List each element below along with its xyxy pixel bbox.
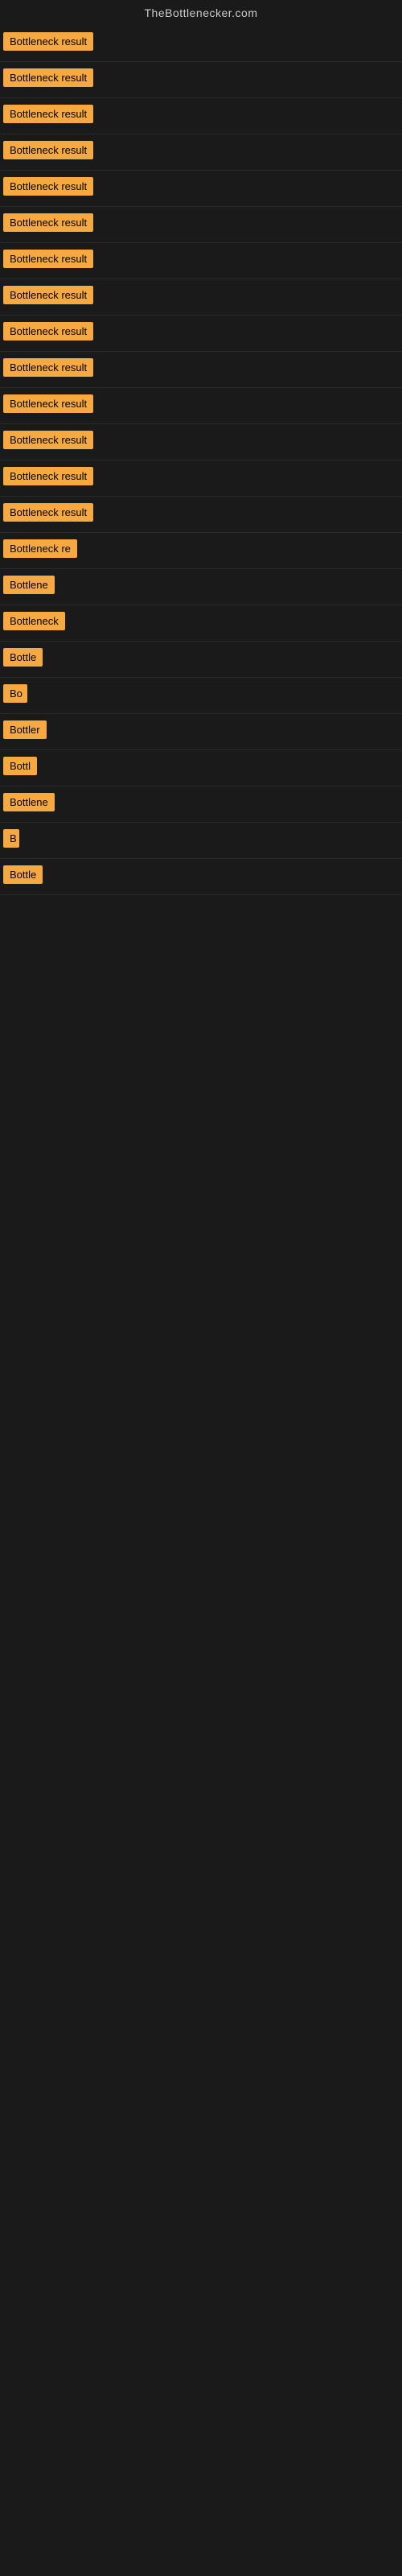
bottleneck-badge-16[interactable]: Bottlene: [3, 576, 55, 594]
result-row-16: Bottlene: [0, 569, 402, 605]
site-title: TheBottlenecker.com: [0, 0, 402, 26]
bottleneck-badge-23[interactable]: B: [3, 829, 19, 848]
bottleneck-badge-3[interactable]: Bottleneck result: [3, 105, 93, 123]
bottleneck-badge-11[interactable]: Bottleneck result: [3, 394, 93, 413]
bottleneck-badge-20[interactable]: Bottler: [3, 720, 47, 739]
result-row-4: Bottleneck result: [0, 134, 402, 171]
bottleneck-badge-19[interactable]: Bo: [3, 684, 27, 703]
bottleneck-badge-2[interactable]: Bottleneck result: [3, 68, 93, 87]
bottleneck-badge-7[interactable]: Bottleneck result: [3, 250, 93, 268]
result-row-1: Bottleneck result: [0, 26, 402, 62]
bottleneck-badge-14[interactable]: Bottleneck result: [3, 503, 93, 522]
result-row-21: Bottl: [0, 750, 402, 786]
result-row-18: Bottle: [0, 642, 402, 678]
bottleneck-badge-15[interactable]: Bottleneck re: [3, 539, 77, 558]
result-row-2: Bottleneck result: [0, 62, 402, 98]
result-row-15: Bottleneck re: [0, 533, 402, 569]
result-row-24: Bottle: [0, 859, 402, 895]
bottleneck-badge-9[interactable]: Bottleneck result: [3, 322, 93, 341]
results-list: Bottleneck result Bottleneck result Bottle…: [0, 26, 402, 895]
result-row-7: Bottleneck result: [0, 243, 402, 279]
bottleneck-badge-13[interactable]: Bottleneck result: [3, 467, 93, 485]
result-row-9: Bottleneck result: [0, 316, 402, 352]
result-row-14: Bottleneck result: [0, 497, 402, 533]
bottleneck-badge-6[interactable]: Bottleneck result: [3, 213, 93, 232]
result-row-22: Bottlene: [0, 786, 402, 823]
result-row-8: Bottleneck result: [0, 279, 402, 316]
result-row-3: Bottleneck result: [0, 98, 402, 134]
result-row-13: Bottleneck result: [0, 460, 402, 497]
bottleneck-badge-17[interactable]: Bottleneck: [3, 612, 65, 630]
result-row-17: Bottleneck: [0, 605, 402, 642]
bottleneck-badge-18[interactable]: Bottle: [3, 648, 43, 667]
result-row-20: Bottler: [0, 714, 402, 750]
result-row-11: Bottleneck result: [0, 388, 402, 424]
bottleneck-badge-22[interactable]: Bottlene: [3, 793, 55, 811]
page-wrapper: TheBottlenecker.com Bottleneck resultBot…: [0, 0, 402, 895]
result-row-10: Bottleneck result: [0, 352, 402, 388]
bottleneck-badge-8[interactable]: Bottleneck result: [3, 286, 93, 304]
bottleneck-badge-5[interactable]: Bottleneck result: [3, 177, 93, 196]
bottleneck-badge-12[interactable]: Bottleneck result: [3, 431, 93, 449]
result-row-19: Bo: [0, 678, 402, 714]
bottleneck-badge-1[interactable]: Bottleneck result: [3, 32, 93, 51]
bottleneck-badge-4[interactable]: Bottleneck result: [3, 141, 93, 159]
bottleneck-badge-21[interactable]: Bottl: [3, 757, 37, 775]
result-row-23: B: [0, 823, 402, 859]
result-row-12: Bottleneck result: [0, 424, 402, 460]
result-row-5: Bottleneck result: [0, 171, 402, 207]
bottleneck-badge-24[interactable]: Bottle: [3, 865, 43, 884]
bottleneck-badge-10[interactable]: Bottleneck result: [3, 358, 93, 377]
result-row-6: Bottleneck result: [0, 207, 402, 243]
